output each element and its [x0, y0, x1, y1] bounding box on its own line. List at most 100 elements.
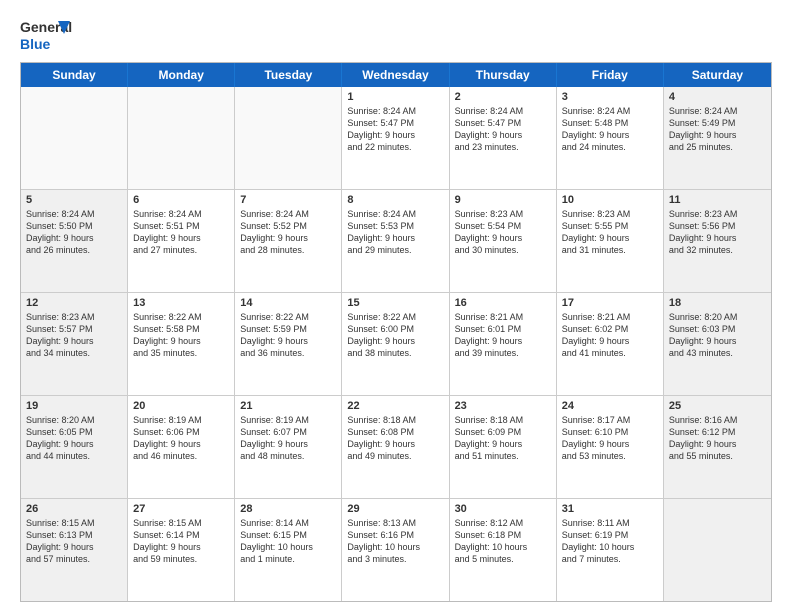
calendar-cell-day-16: 16 Sunrise: 8:21 AM Sunset: 6:01 PM Dayli…: [450, 293, 557, 395]
weekday-header-monday: Monday: [128, 63, 235, 87]
day-number: 28: [240, 503, 336, 515]
calendar-cell-day-7: 7 Sunrise: 8:24 AM Sunset: 5:52 PM Daylig…: [235, 190, 342, 292]
calendar-header: SundayMondayTuesdayWednesdayThursdayFrid…: [21, 63, 771, 87]
cell-info: Sunrise: 8:15 AM Sunset: 6:13 PM Dayligh…: [26, 517, 122, 566]
cell-info: Sunrise: 8:20 AM Sunset: 6:05 PM Dayligh…: [26, 414, 122, 463]
day-number: 31: [562, 503, 658, 515]
calendar-row-4: 19Sunrise: 8:20 AM Sunset: 6:05 PM Dayli…: [21, 396, 771, 499]
page: GeneralBlue SundayMondayTuesdayWednesday…: [0, 0, 792, 612]
cell-info: Sunrise: 8:22 AM Sunset: 5:58 PM Dayligh…: [133, 311, 229, 360]
cell-info: Sunrise: 8:19 AM Sunset: 6:06 PM Dayligh…: [133, 414, 229, 463]
header: GeneralBlue: [20, 16, 772, 54]
calendar-cell-day-17: 17 Sunrise: 8:21 AM Sunset: 6:02 PM Dayli…: [557, 293, 664, 395]
cell-info: Sunrise: 8:24 AM Sunset: 5:50 PM Dayligh…: [26, 208, 122, 257]
day-number: 27: [133, 503, 229, 515]
logo-svg: GeneralBlue: [20, 16, 75, 54]
calendar-cell-day-3: 3 Sunrise: 8:24 AM Sunset: 5:48 PM Daylig…: [557, 87, 664, 189]
calendar-cell-day-31: 31Sunrise: 8:11 AM Sunset: 6:19 PM Dayli…: [557, 499, 664, 601]
day-number: 12: [26, 297, 122, 309]
day-number: 13: [133, 297, 229, 309]
cell-info: Sunrise: 8:23 AM Sunset: 5:54 PM Dayligh…: [455, 208, 551, 257]
calendar-row-5: 26 Sunrise: 8:15 AM Sunset: 6:13 PM Dayli…: [21, 499, 771, 601]
calendar: SundayMondayTuesdayWednesdayThursdayFrid…: [20, 62, 772, 602]
day-number: 9: [455, 194, 551, 206]
cell-info: Sunrise: 8:12 AM Sunset: 6:18 PM Dayligh…: [455, 517, 551, 566]
cell-info: Sunrise: 8:23 AM Sunset: 5:57 PM Dayligh…: [26, 311, 122, 360]
day-number: 3: [562, 91, 658, 103]
weekday-header-wednesday: Wednesday: [342, 63, 449, 87]
cell-info: Sunrise: 8:23 AM Sunset: 5:56 PM Dayligh…: [669, 208, 766, 257]
calendar-cell-day-19: 19Sunrise: 8:20 AM Sunset: 6:05 PM Dayli…: [21, 396, 128, 498]
weekday-header-sunday: Sunday: [21, 63, 128, 87]
cell-info: Sunrise: 8:24 AM Sunset: 5:53 PM Dayligh…: [347, 208, 443, 257]
cell-info: Sunrise: 8:19 AM Sunset: 6:07 PM Dayligh…: [240, 414, 336, 463]
calendar-cell-day-20: 20 Sunrise: 8:19 AM Sunset: 6:06 PM Dayli…: [128, 396, 235, 498]
calendar-cell-day-13: 13 Sunrise: 8:22 AM Sunset: 5:58 PM Dayli…: [128, 293, 235, 395]
cell-info: Sunrise: 8:16 AM Sunset: 6:12 PM Dayligh…: [669, 414, 766, 463]
cell-info: Sunrise: 8:24 AM Sunset: 5:51 PM Dayligh…: [133, 208, 229, 257]
day-number: 4: [669, 91, 766, 103]
day-number: 21: [240, 400, 336, 412]
calendar-cell-day-18: 18 Sunrise: 8:20 AM Sunset: 6:03 PM Dayli…: [664, 293, 771, 395]
calendar-cell-empty: [128, 87, 235, 189]
day-number: 20: [133, 400, 229, 412]
cell-info: Sunrise: 8:18 AM Sunset: 6:08 PM Dayligh…: [347, 414, 443, 463]
day-number: 24: [562, 400, 658, 412]
day-number: 26: [26, 503, 122, 515]
cell-info: Sunrise: 8:21 AM Sunset: 6:01 PM Dayligh…: [455, 311, 551, 360]
day-number: 16: [455, 297, 551, 309]
calendar-cell-day-21: 21 Sunrise: 8:19 AM Sunset: 6:07 PM Dayli…: [235, 396, 342, 498]
day-number: 2: [455, 91, 551, 103]
cell-info: Sunrise: 8:24 AM Sunset: 5:52 PM Dayligh…: [240, 208, 336, 257]
calendar-cell-day-23: 23 Sunrise: 8:18 AM Sunset: 6:09 PM Dayli…: [450, 396, 557, 498]
cell-info: Sunrise: 8:13 AM Sunset: 6:16 PM Dayligh…: [347, 517, 443, 566]
day-number: 10: [562, 194, 658, 206]
cell-info: Sunrise: 8:22 AM Sunset: 5:59 PM Dayligh…: [240, 311, 336, 360]
calendar-cell-day-8: 8 Sunrise: 8:24 AM Sunset: 5:53 PM Daylig…: [342, 190, 449, 292]
weekday-header-tuesday: Tuesday: [235, 63, 342, 87]
cell-info: Sunrise: 8:23 AM Sunset: 5:55 PM Dayligh…: [562, 208, 658, 257]
calendar-cell-day-11: 11Sunrise: 8:23 AM Sunset: 5:56 PM Dayli…: [664, 190, 771, 292]
calendar-cell-day-30: 30 Sunrise: 8:12 AM Sunset: 6:18 PM Dayli…: [450, 499, 557, 601]
calendar-cell-day-28: 28Sunrise: 8:14 AM Sunset: 6:15 PM Dayli…: [235, 499, 342, 601]
cell-info: Sunrise: 8:22 AM Sunset: 6:00 PM Dayligh…: [347, 311, 443, 360]
day-number: 30: [455, 503, 551, 515]
calendar-cell-day-9: 9 Sunrise: 8:23 AM Sunset: 5:54 PM Daylig…: [450, 190, 557, 292]
calendar-row-2: 5Sunrise: 8:24 AM Sunset: 5:50 PM Daylig…: [21, 190, 771, 293]
day-number: 15: [347, 297, 443, 309]
day-number: 1: [347, 91, 443, 103]
cell-info: Sunrise: 8:21 AM Sunset: 6:02 PM Dayligh…: [562, 311, 658, 360]
day-number: 7: [240, 194, 336, 206]
day-number: 25: [669, 400, 766, 412]
calendar-row-1: 1 Sunrise: 8:24 AM Sunset: 5:47 PM Daylig…: [21, 87, 771, 190]
cell-info: Sunrise: 8:24 AM Sunset: 5:48 PM Dayligh…: [562, 105, 658, 154]
day-number: 18: [669, 297, 766, 309]
cell-info: Sunrise: 8:24 AM Sunset: 5:47 PM Dayligh…: [455, 105, 551, 154]
cell-info: Sunrise: 8:20 AM Sunset: 6:03 PM Dayligh…: [669, 311, 766, 360]
day-number: 22: [347, 400, 443, 412]
calendar-row-3: 12 Sunrise: 8:23 AM Sunset: 5:57 PM Dayli…: [21, 293, 771, 396]
calendar-cell-day-5: 5Sunrise: 8:24 AM Sunset: 5:50 PM Daylig…: [21, 190, 128, 292]
day-number: 6: [133, 194, 229, 206]
day-number: 23: [455, 400, 551, 412]
cell-info: Sunrise: 8:24 AM Sunset: 5:47 PM Dayligh…: [347, 105, 443, 154]
calendar-cell-day-6: 6 Sunrise: 8:24 AM Sunset: 5:51 PM Daylig…: [128, 190, 235, 292]
day-number: 17: [562, 297, 658, 309]
calendar-cell-empty: [235, 87, 342, 189]
calendar-cell-empty: [21, 87, 128, 189]
calendar-cell-day-27: 27Sunrise: 8:15 AM Sunset: 6:14 PM Dayli…: [128, 499, 235, 601]
logo: GeneralBlue: [20, 16, 75, 54]
calendar-cell-day-24: 24Sunrise: 8:17 AM Sunset: 6:10 PM Dayli…: [557, 396, 664, 498]
weekday-header-friday: Friday: [557, 63, 664, 87]
calendar-cell-day-14: 14Sunrise: 8:22 AM Sunset: 5:59 PM Dayli…: [235, 293, 342, 395]
day-number: 29: [347, 503, 443, 515]
calendar-cell-day-29: 29 Sunrise: 8:13 AM Sunset: 6:16 PM Dayli…: [342, 499, 449, 601]
calendar-cell-day-22: 22 Sunrise: 8:18 AM Sunset: 6:08 PM Dayli…: [342, 396, 449, 498]
calendar-cell-day-10: 10 Sunrise: 8:23 AM Sunset: 5:55 PM Dayli…: [557, 190, 664, 292]
calendar-cell-day-12: 12 Sunrise: 8:23 AM Sunset: 5:57 PM Dayli…: [21, 293, 128, 395]
calendar-cell-day-4: 4Sunrise: 8:24 AM Sunset: 5:49 PM Daylig…: [664, 87, 771, 189]
weekday-header-thursday: Thursday: [450, 63, 557, 87]
cell-info: Sunrise: 8:18 AM Sunset: 6:09 PM Dayligh…: [455, 414, 551, 463]
day-number: 8: [347, 194, 443, 206]
calendar-cell-empty: [664, 499, 771, 601]
